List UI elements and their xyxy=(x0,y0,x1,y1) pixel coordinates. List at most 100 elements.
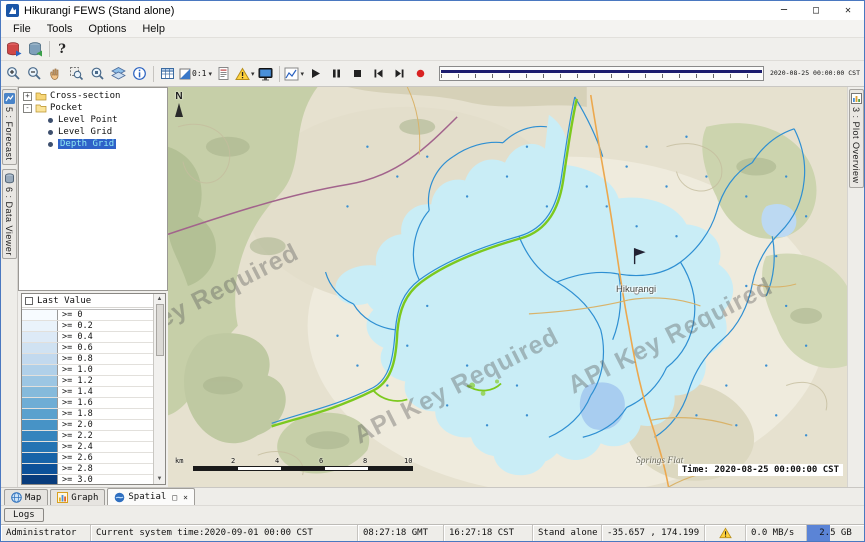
legend-swatch xyxy=(22,310,58,320)
tree-node-label[interactable]: Level Point xyxy=(58,115,118,125)
menu-tools[interactable]: Tools xyxy=(39,22,81,36)
tree-node-label[interactable]: Pocket xyxy=(50,103,83,113)
timeline-slider[interactable] xyxy=(439,66,764,81)
legend-label: >= 2.6 xyxy=(58,453,93,463)
tree-row[interactable]: Level Point xyxy=(19,114,167,126)
scale-bar: km 2 4 6 8 10 xyxy=(175,457,417,474)
app-logo-icon xyxy=(6,4,19,17)
legend-label: >= 0.6 xyxy=(58,343,93,353)
close-icon[interactable]: ✕ xyxy=(832,1,864,20)
map-canvas[interactable]: N API Key Required API Key Required API … xyxy=(168,87,847,487)
database-import-button[interactable] xyxy=(25,39,46,59)
info-button[interactable] xyxy=(129,64,150,84)
tab-graph[interactable]: Graph xyxy=(50,489,105,505)
north-label: N xyxy=(175,91,182,102)
maximize-icon[interactable]: □ xyxy=(800,1,832,20)
step-last-button[interactable] xyxy=(389,64,410,84)
legend-panel: Last Value >= 0 >= 0.2 >= 0.4 >= 0.6 >= … xyxy=(21,293,166,485)
logs-button[interactable]: Logs xyxy=(4,508,44,522)
tree-expander-icon[interactable]: + xyxy=(23,92,32,101)
legend-label: >= 3.0 xyxy=(58,475,93,485)
folder-icon xyxy=(35,91,47,101)
tree-row[interactable]: - Pocket xyxy=(19,102,167,114)
menu-options[interactable]: Options xyxy=(80,22,134,36)
tab-map[interactable]: Map xyxy=(4,489,48,505)
skip-forward-icon xyxy=(394,68,405,79)
status-gmt-time: 08:27:18 GMT xyxy=(358,525,444,541)
menu-file[interactable]: File xyxy=(5,22,39,36)
scroll-thumb[interactable] xyxy=(156,304,164,356)
layers-button[interactable] xyxy=(108,64,129,84)
grid-display-button[interactable] xyxy=(157,64,178,84)
legend-entry: >= 0.6 xyxy=(22,343,153,354)
scale-tick: 4 xyxy=(275,457,279,465)
legend-label: >= 1.8 xyxy=(58,409,93,419)
legend-swatch xyxy=(22,398,58,408)
zoom-region-icon xyxy=(69,66,84,81)
dock-tab-plot-overview[interactable]: 3 : Plot Overview xyxy=(849,89,864,188)
stop-button[interactable] xyxy=(347,64,368,84)
warning-dropdown[interactable]: ▾ xyxy=(234,64,256,84)
tree-node-label[interactable]: Depth Grid xyxy=(58,139,116,149)
last-value-checkbox[interactable] xyxy=(25,297,33,305)
legend-entry: >= 2.6 xyxy=(22,453,153,464)
folder-open-icon xyxy=(35,103,47,113)
legend-entry: >= 1.0 xyxy=(22,365,153,376)
zoom-in-button[interactable] xyxy=(3,64,24,84)
chevron-down-icon: ▾ xyxy=(300,70,304,78)
title-bar[interactable]: Hikurangi FEWS (Stand alone) ─ □ ✕ xyxy=(1,1,864,20)
tree-row[interactable]: Level Grid xyxy=(19,126,167,138)
tab-spatial[interactable]: Spatial □ × xyxy=(107,488,195,505)
status-coordinates: -35.657 , 174.199 xyxy=(602,525,705,541)
legend-swatch xyxy=(22,365,58,375)
dock-tab-data-viewer[interactable]: 6 : Data Viewer xyxy=(2,169,17,260)
tree-node-label[interactable]: Cross-section xyxy=(50,91,120,101)
zoom-extent-button[interactable] xyxy=(87,64,108,84)
record-button[interactable] xyxy=(410,64,431,84)
database-export-button[interactable] xyxy=(4,39,25,59)
layers-icon xyxy=(111,66,126,81)
status-mode: Stand alone xyxy=(533,525,602,541)
scroll-up-icon[interactable]: ▲ xyxy=(157,295,163,303)
legend-entry: >= 1.4 xyxy=(22,387,153,398)
scale-tick: 6 xyxy=(319,457,323,465)
toolbar-separator xyxy=(279,66,280,82)
panel-close-icon[interactable]: × xyxy=(183,493,188,502)
north-arrow: N xyxy=(175,91,183,117)
menu-help[interactable]: Help xyxy=(134,22,173,36)
tree-expander-icon[interactable]: - xyxy=(23,104,32,113)
play-button[interactable] xyxy=(305,64,326,84)
profile-dropdown[interactable]: ▾ xyxy=(283,64,305,84)
panel-maximize-icon[interactable]: □ xyxy=(172,493,177,502)
legend-list: >= 0 >= 0.2 >= 0.4 >= 0.6 >= 0.8 >= 1.0 … xyxy=(22,309,153,484)
status-warning-cell[interactable] xyxy=(705,525,746,541)
legend-label: >= 2.4 xyxy=(58,442,93,452)
legend-label: >= 0 xyxy=(58,310,82,320)
map-time-label: Time: 2020-08-25 00:00:00 CST xyxy=(678,464,843,476)
zoom-out-icon xyxy=(27,66,42,81)
legend-label: >= 0.8 xyxy=(58,354,93,364)
dock-tab-label: 5 : Forecast xyxy=(4,107,14,161)
report-icon xyxy=(216,66,231,81)
report-button[interactable] xyxy=(213,64,234,84)
minimize-icon[interactable]: ─ xyxy=(768,1,800,20)
animation-display-button[interactable] xyxy=(255,64,276,84)
step-first-button[interactable] xyxy=(368,64,389,84)
dock-tab-forecast[interactable]: 5 : Forecast xyxy=(2,89,17,165)
main-area: 5 : Forecast 6 : Data Viewer + Cross-sec… xyxy=(1,87,864,487)
tree-node-label[interactable]: Level Grid xyxy=(58,127,112,137)
legend-scrollbar[interactable]: ▲ ▼ xyxy=(153,294,165,484)
zoom-region-button[interactable] xyxy=(66,64,87,84)
legend-entry: >= 2.0 xyxy=(22,420,153,431)
pan-button[interactable] xyxy=(45,64,66,84)
scroll-down-icon[interactable]: ▼ xyxy=(157,475,163,483)
pause-button[interactable] xyxy=(326,64,347,84)
window-title: Hikurangi FEWS (Stand alone) xyxy=(24,5,174,17)
zoom-out-button[interactable] xyxy=(24,64,45,84)
tree-row-selected[interactable]: Depth Grid xyxy=(19,138,167,150)
help-button[interactable]: ? xyxy=(53,39,71,59)
interval-dropdown[interactable]: 0:1 ▾ xyxy=(178,64,213,84)
tree-row[interactable]: + Cross-section xyxy=(19,90,167,102)
database-icon xyxy=(6,41,23,58)
chevron-down-icon: ▾ xyxy=(251,70,255,78)
